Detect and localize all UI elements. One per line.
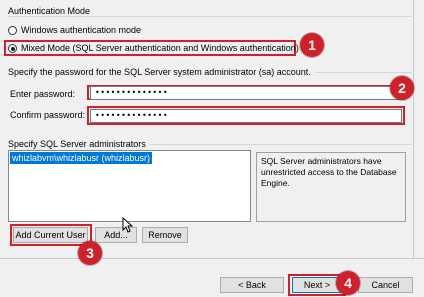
- mixed-mode-radio[interactable]: [8, 44, 17, 53]
- step-badge-4: 4: [336, 271, 360, 295]
- windows-auth-label[interactable]: Windows authentication mode: [21, 25, 141, 35]
- confirm-password-label: Confirm password:: [10, 110, 86, 120]
- admins-info-box: SQL Server administrators have unrestric…: [256, 152, 406, 222]
- windows-auth-radio[interactable]: [8, 26, 17, 35]
- cancel-button[interactable]: Cancel: [358, 277, 413, 293]
- password-legend: Specify the password for the SQL Server …: [8, 67, 315, 77]
- panel-edge: [413, 0, 414, 258]
- mouse-cursor-icon: [122, 217, 133, 233]
- admins-legend: Specify SQL Server administrators: [8, 139, 150, 149]
- remove-button[interactable]: Remove: [142, 227, 188, 243]
- admins-info-text: SQL Server administrators have unrestric…: [261, 156, 397, 188]
- auth-mode-group-divider: [8, 16, 412, 17]
- enter-password-field[interactable]: ••••••••••••••: [90, 86, 402, 100]
- auth-mode-legend: Authentication Mode: [8, 6, 95, 16]
- admins-listbox[interactable]: whizlabvm\whizlabusr (whizlabusr): [8, 150, 251, 222]
- back-button[interactable]: < Back: [220, 277, 284, 293]
- next-button[interactable]: Next >: [292, 277, 342, 293]
- confirm-password-field[interactable]: ••••••••••••••: [90, 109, 402, 123]
- add-current-user-button[interactable]: Add Current User: [13, 227, 88, 243]
- enter-password-label: Enter password:: [10, 89, 76, 99]
- footer-separator: [0, 258, 424, 259]
- admin-list-item[interactable]: whizlabvm\whizlabusr (whizlabusr): [10, 152, 153, 164]
- step-badge-3: 3: [78, 241, 102, 265]
- mixed-mode-label[interactable]: Mixed Mode (SQL Server authentication an…: [21, 43, 299, 53]
- step-badge-1: 1: [300, 33, 324, 57]
- step-badge-2: 2: [390, 76, 414, 100]
